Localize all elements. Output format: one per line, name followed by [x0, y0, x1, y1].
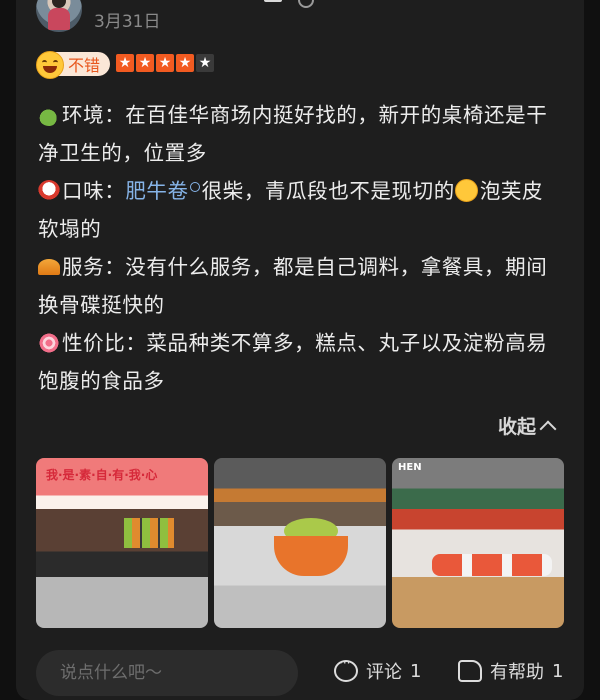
dish-link[interactable]: 肥牛卷 — [125, 179, 188, 203]
smile-face-icon — [36, 51, 64, 79]
photo-sign-text: HEN — [398, 462, 422, 473]
review-line-service: 服务：没有什么服务，都是自己调料，拿餐具，期间换骨碟挺快的 — [38, 255, 548, 317]
comment-button[interactable]: 评论 1 — [334, 656, 421, 684]
rice-bowl-icon — [38, 180, 60, 202]
star-icon: ★ — [196, 54, 214, 72]
review-line-value: 性价比：菜品种类不算多，糕点、丸子以及淀粉高易饱腹的食品多 — [38, 331, 548, 393]
review-date: 3月31日 — [94, 12, 161, 32]
smile-icon — [454, 179, 478, 202]
rating-label: 不错 — [68, 56, 101, 75]
review-text: 环境：在百佳华商场内挺好找的，新开的桌椅还是干净卫生的，位置多 口味：肥牛卷 很柴… — [33, 96, 564, 400]
chevron-up-icon — [539, 420, 557, 437]
search-icon[interactable] — [189, 182, 200, 192]
leaf-icon — [33, 99, 65, 131]
lollipop-icon — [38, 332, 60, 354]
thumbs-up-icon — [458, 660, 482, 682]
star-icon: ★ — [116, 54, 134, 72]
review-photo-3[interactable]: HEN — [392, 458, 564, 628]
review-photo-2[interactable] — [214, 458, 386, 628]
more-icon[interactable] — [264, 0, 282, 2]
review-photo-1[interactable]: 我·是·素·自·有·我·心 — [36, 458, 208, 628]
helpful-button[interactable]: 有帮助 1 — [458, 658, 563, 684]
review-line-environment: 环境：在百佳华商场内挺好找的，新开的桌椅还是干净卫生的，位置多 — [33, 96, 564, 172]
star-icon: ★ — [136, 54, 154, 72]
star-icon: ★ — [176, 54, 194, 72]
service-bell-icon — [38, 259, 60, 275]
star-rating: ★ ★ ★ ★ ★ — [116, 54, 214, 72]
collapse-label: 收起 — [498, 416, 537, 438]
comment-input[interactable]: 说点什么吧～ — [36, 650, 298, 696]
star-icon: ★ — [156, 54, 174, 72]
comment-icon — [334, 656, 358, 682]
rating-badge: 不错 — [36, 51, 111, 79]
collapse-button[interactable]: 收起 — [498, 412, 557, 439]
photo-sign-text: 我·是·素·自·有·我·心 — [46, 468, 158, 482]
review-line-taste: 口味：肥牛卷 很柴，青瓜段也不是现切的 泡芙皮软塌的 — [38, 179, 544, 241]
